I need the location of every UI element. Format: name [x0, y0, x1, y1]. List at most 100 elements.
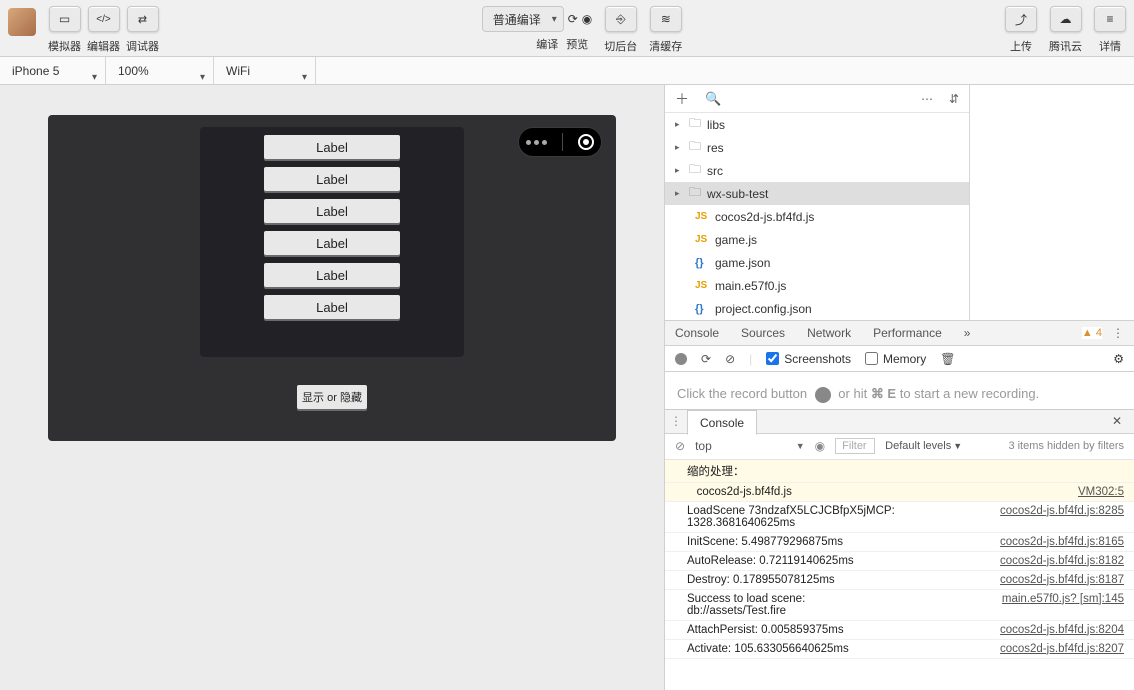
warning-badge[interactable]: ▲ 4 — [1082, 327, 1102, 339]
devtools-tabs: Console Sources Network Performance » ▲ … — [665, 320, 1134, 346]
capsule-bar[interactable] — [518, 127, 602, 157]
details-button[interactable]: ≡ 详情 — [1094, 6, 1126, 54]
folder-icon: 🗀 — [689, 114, 701, 135]
upload-label: 上传 — [1010, 38, 1032, 54]
kebab-icon[interactable]: ⋮ — [1112, 326, 1124, 340]
folder-icon: 🗀 — [689, 137, 701, 158]
target-icon[interactable] — [578, 134, 594, 150]
log-message: AutoRelease: 0.72119140625ms — [687, 555, 854, 567]
level-select[interactable]: Default levels ▼ — [885, 440, 962, 452]
label-button[interactable]: Label — [264, 167, 400, 191]
hidden-note: 3 items hidden by filters — [1008, 440, 1124, 452]
device-select[interactable]: iPhone 5 — [0, 57, 106, 85]
zoom-select[interactable]: 100% — [106, 57, 214, 85]
toggle-button[interactable]: 显示 or 隐藏 — [297, 385, 367, 409]
screenshots-checkbox[interactable]: Screenshots — [766, 352, 851, 366]
log-row: InitScene: 5.498779296875mscocos2d-js.bf… — [665, 533, 1134, 552]
folder-name: wx-sub-test — [707, 187, 768, 201]
chevron-right-icon: ▸ — [675, 188, 683, 199]
drawer-grip[interactable]: ⋮ — [665, 414, 687, 428]
chevron-right-icon: ▸ — [675, 142, 683, 153]
file-row[interactable]: JSmain.e57f0.js — [665, 274, 969, 297]
gear-icon[interactable]: ⚙ — [1113, 352, 1124, 366]
more-icon[interactable]: ⋯ — [921, 92, 933, 106]
file-row[interactable]: {}project.config.json — [665, 297, 969, 320]
background-label: 切后台 — [604, 38, 637, 54]
label-button[interactable]: Label — [264, 135, 400, 159]
search-icon[interactable]: 🔍 — [705, 91, 721, 107]
simulator-button[interactable]: ▭ 模拟器 — [48, 6, 81, 54]
label-button[interactable]: Label — [264, 295, 400, 319]
more-icon[interactable] — [526, 140, 547, 145]
preview-button[interactable]: ◉ — [582, 6, 592, 32]
close-icon[interactable]: ✕ — [1100, 414, 1134, 428]
chevron-right-icon: ▸ — [675, 165, 683, 176]
code-icon: </> — [96, 14, 110, 25]
collapse-icon[interactable]: ⇵ — [949, 92, 959, 106]
reload-icon[interactable]: ⟳ — [701, 352, 711, 366]
label-button[interactable]: Label — [264, 263, 400, 287]
network-select[interactable]: WiFi — [214, 57, 316, 85]
layers-icon: ≋ — [661, 12, 671, 26]
device-value: iPhone 5 — [12, 64, 59, 78]
log-source-link[interactable]: cocos2d-js.bf4fd.js:8187 — [1000, 574, 1124, 586]
label-button[interactable]: Label — [264, 199, 400, 223]
trash-icon[interactable]: 🗑 — [940, 352, 955, 366]
compile-button[interactable]: ⟳ — [568, 6, 578, 32]
console-log-area: 缩的处理： cocos2d-js.bf4fd.jsVM302:5LoadScen… — [665, 460, 1134, 690]
log-source-link[interactable]: cocos2d-js.bf4fd.js:8207 — [1000, 643, 1124, 655]
log-source-link[interactable]: cocos2d-js.bf4fd.js:8204 — [1000, 624, 1124, 636]
right-pane: ＋ 🔍 ⋯ ⇵ ▸🗀libs▸🗀res▸🗀src▸🗀wx-sub-testJSc… — [664, 85, 1134, 690]
log-message: AttachPersist: 0.005859375ms — [687, 624, 844, 636]
folder-row[interactable]: ▸🗀src — [665, 159, 969, 182]
compile-mode-select[interactable]: 普通编译 — [482, 6, 564, 32]
log-row: Success to load scene: db://assets/Test.… — [665, 590, 1134, 621]
file-row[interactable]: JSgame.js — [665, 228, 969, 251]
log-source-link[interactable]: cocos2d-js.bf4fd.js:8182 — [1000, 555, 1124, 567]
editor-button[interactable]: </> 编辑器 — [87, 6, 120, 54]
clear-icon[interactable]: ⊘ — [725, 352, 735, 366]
memory-checkbox[interactable]: Memory — [865, 352, 926, 366]
log-row: 缩的处理： — [665, 460, 1134, 483]
eye-icon[interactable]: ◉ — [815, 439, 825, 453]
top-toolbar: ▭ 模拟器 </> 编辑器 ⇄ 调试器 普通编译 ⟳ ◉ 编译 预览 — [0, 0, 1134, 57]
log-source-link[interactable]: main.e57f0.js? [sm]:145 — [1002, 593, 1124, 617]
log-source-link[interactable]: VM302:5 — [1078, 486, 1124, 498]
log-row: AutoRelease: 0.72119140625ms cocos2d-js.b… — [665, 552, 1134, 571]
file-row[interactable]: {}game.json — [665, 251, 969, 274]
log-source-link[interactable]: cocos2d-js.bf4fd.js:8285 — [1000, 505, 1124, 529]
folder-row[interactable]: ▸🗀wx-sub-test — [665, 182, 969, 205]
file-row[interactable]: JScocos2d-js.bf4fd.js — [665, 205, 969, 228]
clear-cache-button[interactable]: ≋ 清缓存 — [649, 6, 682, 54]
cloud-button[interactable]: ☁ 腾讯云 — [1049, 6, 1082, 54]
drawer-tab-console[interactable]: Console — [687, 410, 757, 435]
eye-icon: ◉ — [582, 12, 592, 26]
add-icon[interactable]: ＋ — [675, 89, 689, 109]
record-icon[interactable] — [675, 353, 687, 365]
tab-sources[interactable]: Sources — [741, 326, 785, 340]
preview-label: 预览 — [562, 36, 592, 52]
filter-input[interactable]: Filter — [835, 438, 875, 454]
upload-button[interactable]: ⤴ 上传 — [1005, 6, 1037, 54]
network-value: WiFi — [226, 64, 250, 78]
clear-console-icon[interactable]: ⊘ — [675, 439, 685, 453]
file-name: game.json — [715, 256, 770, 270]
label-button[interactable]: Label — [264, 231, 400, 255]
log-source-link[interactable]: cocos2d-js.bf4fd.js:8165 — [1000, 536, 1124, 548]
tab-console[interactable]: Console — [675, 326, 719, 340]
tab-performance[interactable]: Performance — [873, 326, 942, 340]
context-select[interactable]: top▼ — [695, 439, 805, 453]
tab-network[interactable]: Network — [807, 326, 851, 340]
debugger-button[interactable]: ⇄ 调试器 — [126, 6, 159, 54]
console-filter-bar: ⊘ top▼ ◉ Filter Default levels ▼ 3 items… — [665, 434, 1134, 460]
folder-row[interactable]: ▸🗀res — [665, 136, 969, 159]
background-button[interactable]: ⎆ 切后台 — [604, 6, 637, 54]
log-row: AttachPersist: 0.005859375ms cocos2d-js.b… — [665, 621, 1134, 640]
file-name: game.js — [715, 233, 757, 247]
tab-more[interactable]: » — [964, 326, 971, 340]
avatar[interactable] — [8, 8, 36, 36]
folder-row[interactable]: ▸🗀libs — [665, 113, 969, 136]
compile-label: 编译 — [532, 36, 562, 52]
debugger-label: 调试器 — [126, 38, 159, 54]
bug-icon: ⇄ — [138, 13, 147, 26]
